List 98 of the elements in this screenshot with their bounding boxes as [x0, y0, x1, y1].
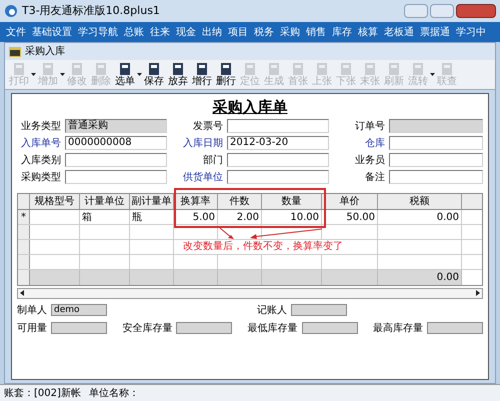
toolbar-document-icon [171, 62, 185, 76]
input-field[interactable]: demo [51, 304, 107, 316]
input-field[interactable] [302, 322, 358, 334]
input-field[interactable] [291, 304, 347, 316]
table-cell: 5.00 [174, 210, 218, 224]
input-field[interactable]: 0000000008 [65, 136, 167, 150]
column-header: 件数 [218, 194, 262, 208]
toolbar-document-icon [195, 62, 209, 76]
menu-item[interactable]: 票据通 [420, 24, 450, 40]
column-header: 税额 [378, 194, 462, 208]
column-header: 单价 [322, 194, 378, 208]
input-field[interactable] [227, 119, 329, 133]
input-field[interactable] [389, 136, 483, 150]
close-button[interactable] [456, 4, 496, 18]
field-label: 部门 [202, 154, 223, 168]
app-logo-icon [4, 4, 18, 18]
input-field[interactable] [176, 322, 232, 334]
field-label: 备注 [364, 170, 385, 184]
table-cell: 10.00 [262, 210, 322, 224]
input-field[interactable] [426, 322, 483, 334]
row-header [18, 240, 30, 254]
column-header: 副计量单 [130, 194, 174, 208]
menu-item[interactable]: 总账 [124, 24, 144, 40]
menu-item[interactable]: 项目 [228, 24, 248, 40]
column-header: 换算率 [174, 194, 218, 208]
table-cell: 0.00 [378, 210, 462, 224]
field-label: 安全库存量 [122, 322, 172, 336]
menu-item[interactable]: 老板通 [384, 24, 414, 40]
input-field[interactable] [51, 322, 107, 334]
menu-item[interactable]: 税务 [254, 24, 274, 40]
field-label: 供货单位 [182, 170, 223, 184]
toolbar-button[interactable]: 放弃 [166, 62, 190, 87]
field-label: 可用量 [17, 322, 47, 336]
row-marker: * [18, 210, 30, 224]
table-cell: 50.00 [322, 210, 378, 224]
row-header [18, 224, 30, 238]
maximize-button[interactable] [430, 4, 454, 18]
table-cell: 瓶 [130, 210, 174, 224]
field-label: 入库类别 [20, 154, 61, 168]
row-header [18, 270, 30, 284]
scroll-left-icon[interactable] [20, 290, 24, 296]
input-field[interactable] [389, 170, 483, 184]
field-label: 业务类型 [20, 120, 61, 134]
field-label: 仓库 [364, 136, 385, 150]
toolbar-button[interactable]: 选单 [113, 62, 137, 87]
input-field[interactable]: 2012-03-20 [227, 136, 329, 150]
field-label: 最低库存量 [248, 322, 298, 336]
toolbar-button[interactable]: 保存 [142, 62, 166, 87]
table-cell: 2.00 [218, 210, 262, 224]
window-title: T3-用友通标准版10.8plus1 [22, 2, 160, 19]
menu-item[interactable]: 核算 [358, 24, 378, 40]
toolbar-document-icon [118, 62, 132, 76]
input-field[interactable] [65, 170, 167, 184]
minimize-button[interactable] [404, 4, 428, 18]
field-label: 发票号 [192, 120, 223, 134]
menu-item[interactable]: 销售 [306, 24, 326, 40]
form-title: 采购入库单 [212, 97, 288, 118]
field-label: 采购类型 [20, 170, 61, 184]
caret-icon[interactable] [137, 73, 142, 76]
input-field[interactable] [65, 153, 167, 167]
folder-icon [9, 46, 21, 56]
row-header [18, 254, 30, 268]
field-label: 入库单号 [20, 136, 61, 150]
toolbar-button[interactable]: 增行 [190, 62, 214, 87]
menu-item[interactable]: 库存 [332, 24, 352, 40]
toolbar-document-icon [219, 62, 233, 76]
toolbar-document-icon [147, 62, 161, 76]
menu-item[interactable]: 文件 [6, 24, 26, 40]
field-label: 业务员 [354, 154, 385, 168]
field-label: 入库日期 [182, 136, 223, 150]
menu-item[interactable]: 往来 [150, 24, 170, 40]
horizontal-scrollbar[interactable] [17, 288, 483, 298]
total-cell: 0.00 [378, 270, 462, 284]
column-header: 数量 [262, 194, 322, 208]
menu-item[interactable]: 学习中 [456, 24, 486, 40]
field-label: 制单人 [17, 304, 47, 318]
menu-item[interactable]: 采购 [280, 24, 300, 40]
document-title: 采购入库 [25, 44, 65, 59]
annotation-text: 改变数量后，件数不变，换算率变了 [183, 240, 343, 254]
input-field[interactable] [227, 170, 329, 184]
column-header: 规格型号 [30, 194, 80, 208]
field-label: 最高库存量 [372, 322, 423, 336]
column-header: 计量单位 [80, 194, 130, 208]
table-cell: 箱 [80, 210, 130, 224]
status-text: 单位名称： [88, 386, 139, 400]
input-field[interactable] [227, 153, 329, 167]
menu-item[interactable]: 出纳 [202, 24, 222, 40]
input-field[interactable] [389, 119, 483, 133]
menu-item[interactable]: 现金 [176, 24, 196, 40]
scroll-right-icon[interactable] [476, 290, 480, 296]
status-text: 账套：[002]新帐 [4, 386, 81, 400]
field-label: 订单号 [354, 120, 385, 134]
menu-item[interactable]: 基础设置 [32, 24, 72, 40]
input-field[interactable] [389, 153, 483, 167]
field-label: 记账人 [257, 304, 287, 318]
menu-item[interactable]: 学习导航 [78, 24, 118, 40]
toolbar-button[interactable]: 删行 [214, 62, 238, 87]
input-field[interactable]: 普通采购 [65, 119, 167, 133]
